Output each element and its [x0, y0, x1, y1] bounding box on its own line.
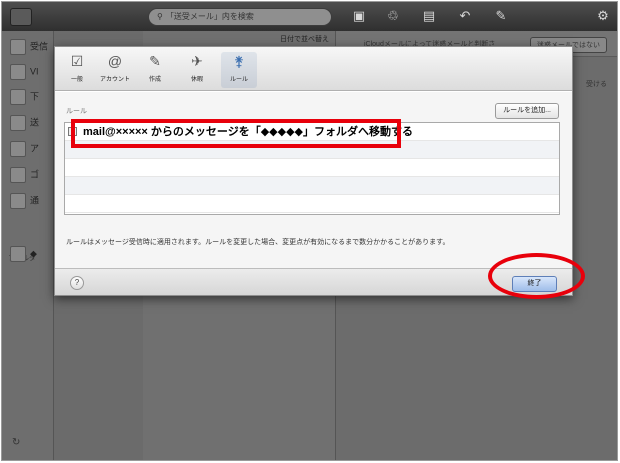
- rules-note: ルールはメッセージ受信時に適用されます。ルールを変更した場合、変更点が有効になる…: [66, 239, 450, 246]
- sidebar-item-archive[interactable]: ア: [10, 141, 50, 163]
- empty-rule-row: [65, 177, 559, 195]
- rules-list: mail@××××× からのメッセージを「◆◆◆◆◆」フォルダへ移動する: [64, 122, 560, 215]
- empty-rule-row: [65, 195, 559, 213]
- sidebar-item-label: 下: [30, 91, 40, 102]
- folder-icon: [10, 246, 26, 262]
- trash-bin-icon: [10, 167, 26, 183]
- sidebar-item-trash[interactable]: ゴ: [10, 167, 50, 189]
- search-placeholder: 「送受メール」内を検索: [165, 12, 254, 21]
- preferences-dialog: ☑ 一般 @ アカウント ✎ 作成 ✈ 休暇 ⚵ ルール ルール ルールを追加.…: [54, 46, 573, 296]
- inbox-icon: [10, 39, 26, 55]
- sidebar-item-sent[interactable]: 送: [10, 115, 50, 137]
- search-input[interactable]: ⚲ 「送受メール」内を検索: [148, 8, 332, 26]
- compose-icon: ✎: [149, 53, 161, 69]
- sidebar-item-label: 送: [30, 117, 40, 128]
- junk-icon: [10, 193, 26, 209]
- send-icon: [10, 115, 26, 131]
- sidebar-item-label: ◆: [30, 248, 37, 259]
- app-toolbar: ⚲ 「送受メール」内を検索 ▣ ♲ ▤ ↶ ✎ ⚙: [2, 2, 617, 31]
- tab-label: 休暇: [190, 77, 203, 83]
- at-icon: @: [107, 53, 123, 69]
- tab-rules[interactable]: ⚵ ルール: [221, 52, 257, 88]
- tab-label: 一般: [70, 77, 83, 83]
- tab-label: 作成: [148, 77, 161, 83]
- sort-label: 日付で並べ替え: [280, 36, 329, 43]
- rules-section-label: ルール: [66, 108, 87, 115]
- sidebar-item-junk[interactable]: 通: [10, 193, 50, 215]
- sidebar-item-label: ア: [30, 143, 40, 154]
- compose-toolbar-icon[interactable]: ✎: [492, 7, 510, 25]
- tab-compose[interactable]: ✎ 作成: [137, 52, 173, 88]
- sidebar-item-inbox[interactable]: 受信: [10, 39, 50, 61]
- document-icon: [10, 89, 26, 105]
- sidebar-item-label: ゴ: [30, 169, 40, 180]
- cloud-icon[interactable]: [10, 8, 32, 26]
- sidebar-item-label: VI: [30, 66, 39, 77]
- archive-icon[interactable]: ▤: [420, 7, 438, 25]
- sidebar-item-folder[interactable]: ◆: [10, 246, 50, 268]
- airplane-icon: ✈: [191, 53, 203, 69]
- tab-general[interactable]: ☑ 一般: [59, 52, 95, 88]
- help-button[interactable]: ?: [70, 276, 84, 290]
- sidebar-item-label: 受信: [30, 41, 49, 52]
- sidebar-item-label: 通: [30, 195, 40, 206]
- screenshot-frame: ⚲ 「送受メール」内を検索 ▣ ♲ ▤ ↶ ✎ ⚙ 受信 VI 下 送 ア ゴ 通…: [1, 1, 618, 461]
- sort-bar[interactable]: 日付で並べ替え: [149, 34, 329, 44]
- rules-panel: ルール ルールを追加... mail@××××× からのメッセージを「◆◆◆◆◆…: [55, 92, 572, 268]
- gear-icon[interactable]: ⚙: [594, 7, 612, 25]
- trash-icon[interactable]: ♲: [384, 7, 402, 25]
- mailbox-sidebar: 受信 VI 下 送 ア ゴ 通 フォルダ ◆ ↻: [2, 31, 54, 460]
- general-icon: ☑: [70, 53, 84, 69]
- move-to-folder-icon[interactable]: ▣: [350, 7, 368, 25]
- archive-box-icon: [10, 141, 26, 157]
- tab-accounts[interactable]: @ アカウント: [97, 52, 133, 88]
- tab-label: ルール: [229, 77, 248, 83]
- reading-side-text: 受ける: [586, 81, 607, 88]
- search-icon: ⚲: [157, 12, 163, 21]
- empty-rule-row: [65, 141, 559, 159]
- star-icon: [10, 64, 26, 80]
- refresh-icon[interactable]: ↻: [12, 437, 20, 448]
- done-button[interactable]: 終了: [512, 276, 557, 292]
- dialog-footer: ? 終了: [55, 268, 572, 295]
- sidebar-item-drafts[interactable]: 下: [10, 89, 50, 111]
- rule-text: mail@××××× からのメッセージを「◆◆◆◆◆」フォルダへ移動する: [83, 126, 413, 138]
- add-rule-button[interactable]: ルールを追加...: [495, 103, 559, 119]
- rule-row[interactable]: mail@××××× からのメッセージを「◆◆◆◆◆」フォルダへ移動する: [65, 123, 559, 141]
- tab-label: アカウント: [99, 77, 130, 83]
- rules-icon: ⚵: [233, 53, 245, 69]
- tab-vacation[interactable]: ✈ 休暇: [179, 52, 215, 88]
- rule-checkbox[interactable]: [68, 127, 77, 136]
- sidebar-item-vip[interactable]: VI: [10, 64, 50, 86]
- empty-rule-row: [65, 159, 559, 177]
- preferences-tabs: ☑ 一般 @ アカウント ✎ 作成 ✈ 休暇 ⚵ ルール: [55, 47, 572, 91]
- reply-icon[interactable]: ↶: [456, 7, 474, 25]
